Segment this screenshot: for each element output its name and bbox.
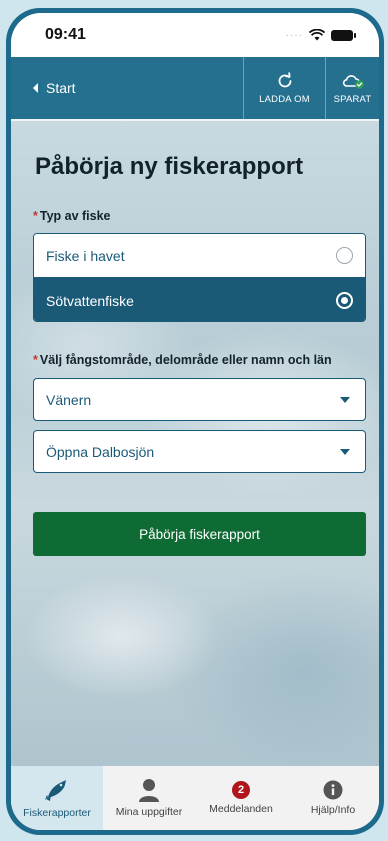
tab-label: Hjälp/Info	[310, 804, 356, 816]
chevron-down-icon	[340, 448, 350, 455]
chevron-down-icon	[340, 396, 350, 403]
reload-label: LADDA OM	[259, 93, 310, 105]
status-time: 09:41	[45, 26, 86, 43]
reload-button[interactable]: LADDA OM	[243, 57, 325, 119]
back-arrow-icon	[33, 83, 38, 93]
device-frame: 09:41 ···· Start LADDA OM SPARAT Påbörja…	[6, 8, 384, 835]
battery-icon	[331, 29, 356, 41]
tab-label: Fiskerapporter	[23, 807, 91, 819]
back-button[interactable]: Start	[11, 57, 243, 119]
cloud-saved-icon	[342, 74, 364, 89]
radio-option-sea[interactable]: Fiske i havet	[34, 234, 365, 278]
saved-button[interactable]: SPARAT	[325, 57, 379, 119]
fishing-type-radio-group: Fiske i havet Sötvattenfiske	[33, 233, 366, 322]
notification-badge: 2	[232, 781, 250, 799]
fishing-type-label-text: Typ av fiske	[39, 209, 111, 223]
start-report-button[interactable]: Påbörja fiskerapport	[33, 512, 366, 556]
radio-option-label: Fiske i havet	[46, 247, 125, 264]
tab-hjalp-info[interactable]: Hjälp/Info	[287, 766, 379, 830]
required-marker: *	[33, 353, 38, 367]
radio-option-label: Sötvattenfiske	[46, 292, 134, 309]
required-marker: *	[33, 209, 38, 223]
tab-label: Mina uppgifter	[115, 806, 183, 818]
wifi-icon	[309, 29, 325, 41]
radio-checked-icon[interactable]	[336, 292, 353, 309]
tab-bar: Fiskerapporter Mina uppgifter 2 Meddelan…	[11, 766, 379, 830]
area-label: * Välj fångstområde, delområde eller namn…	[33, 353, 332, 367]
area-label-text: Välj fångstområde, delområde eller namn …	[39, 353, 332, 367]
tab-fiskerapporter[interactable]: Fiskerapporter	[11, 766, 103, 830]
area-select-value: Vänern	[46, 391, 92, 408]
radio-unchecked-icon[interactable]	[336, 247, 353, 264]
subarea-select-value: Öppna Dalbosjön	[46, 443, 155, 460]
status-icons: ····	[285, 29, 356, 41]
radio-option-freshwater[interactable]: Sötvattenfiske	[34, 278, 365, 321]
fishing-type-label: * Typ av fiske	[33, 209, 111, 223]
status-bar: 09:41 ····	[11, 13, 379, 57]
info-icon	[323, 780, 343, 800]
top-bar: Start LADDA OM SPARAT	[11, 57, 379, 119]
area-select[interactable]: Vänern	[33, 378, 366, 421]
fish-icon	[45, 780, 66, 801]
tab-label: Meddelanden	[209, 803, 273, 815]
screen: 09:41 ···· Start LADDA OM SPARAT Påbörja…	[11, 13, 379, 830]
tab-meddelanden[interactable]: 2 Meddelanden	[195, 766, 287, 830]
page-title: Påbörja ny fiskerapport	[35, 153, 304, 180]
person-icon	[139, 779, 159, 802]
signal-dots-icon: ····	[285, 29, 303, 41]
saved-label: SPARAT	[333, 93, 372, 105]
reload-icon	[278, 71, 291, 87]
tab-mina-uppgifter[interactable]: Mina uppgifter	[103, 766, 195, 830]
back-label: Start	[46, 80, 76, 96]
subarea-select[interactable]: Öppna Dalbosjön	[33, 430, 366, 473]
